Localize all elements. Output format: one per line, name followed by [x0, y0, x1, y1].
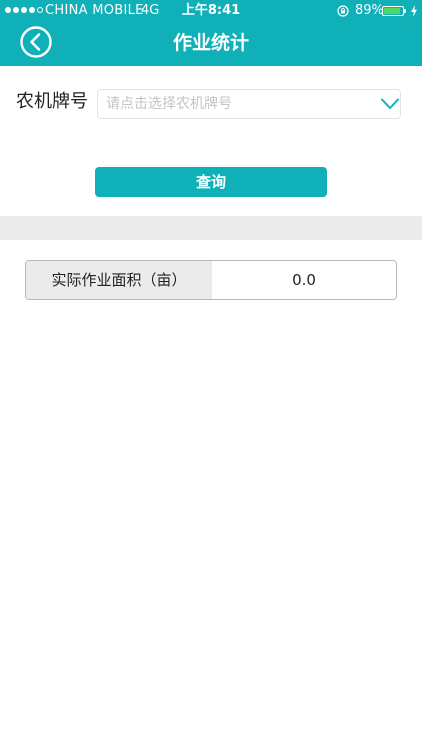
orientation-lock-icon — [337, 5, 349, 17]
work-area-result: 实际作业面积（亩） 0.0 — [25, 260, 397, 300]
header-bar: CHINA MOBILE 4G 上午8:41 89% 作业统计 — [0, 0, 422, 66]
work-area-value: 0.0 — [292, 271, 316, 289]
battery-percent: 89% — [355, 3, 384, 18]
battery-level-fill — [384, 8, 400, 14]
page-title: 作业统计 — [172, 32, 249, 54]
query-button[interactable]: 查询 — [95, 167, 327, 197]
plate-number-placeholder: 请点击选择农机牌号 — [106, 96, 232, 112]
status-bar: CHINA MOBILE 4G 上午8:41 89% — [0, 0, 422, 22]
section-divider — [0, 216, 422, 240]
chevron-down-icon — [381, 98, 399, 109]
plate-number-label: 农机牌号 — [16, 91, 88, 112]
charging-bolt-icon — [411, 5, 417, 17]
battery-cap — [404, 9, 406, 13]
battery-icon — [382, 6, 404, 16]
work-area-label: 实际作业面积（亩） — [26, 261, 212, 299]
plate-number-select[interactable]: 请点击选择农机牌号 — [97, 89, 401, 119]
